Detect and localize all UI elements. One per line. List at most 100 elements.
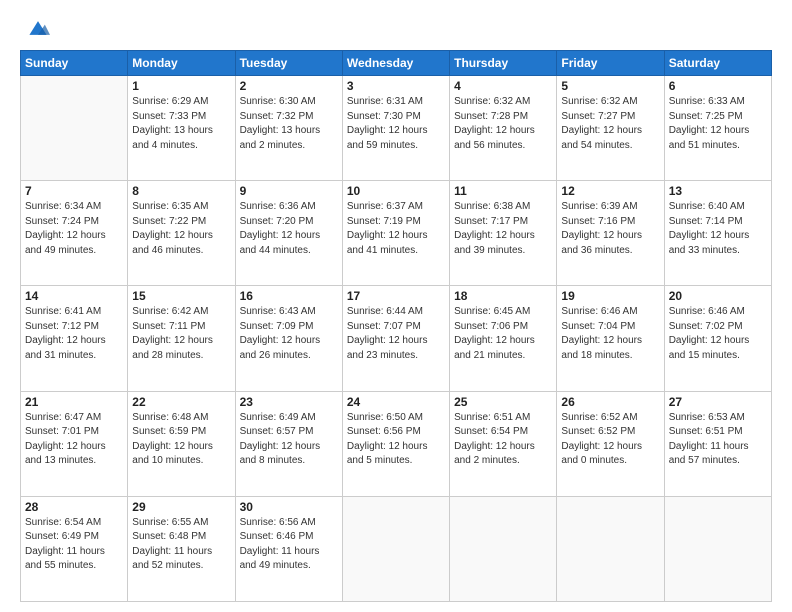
col-header-friday: Friday [557, 51, 664, 76]
calendar: SundayMondayTuesdayWednesdayThursdayFrid… [20, 50, 772, 602]
calendar-body: 1 Sunrise: 6:29 AMSunset: 7:33 PMDaylight… [21, 76, 772, 602]
day-number: 4 [454, 79, 552, 93]
calendar-cell: 27 Sunrise: 6:53 AMSunset: 6:51 PMDayligh… [664, 391, 771, 496]
calendar-cell: 6 Sunrise: 6:33 AMSunset: 7:25 PMDaylight… [664, 76, 771, 181]
calendar-cell: 18 Sunrise: 6:45 AMSunset: 7:06 PMDayligh… [450, 286, 557, 391]
day-info: Sunrise: 6:46 AMSunset: 7:02 PMDaylight:… [669, 305, 767, 363]
day-number: 6 [669, 79, 767, 93]
day-number: 23 [240, 395, 338, 409]
calendar-cell: 20 Sunrise: 6:46 AMSunset: 7:02 PMDayligh… [664, 286, 771, 391]
logo-icon [26, 16, 50, 40]
day-number: 30 [240, 500, 338, 514]
week-row-2: 7Sunrise: 6:34 AMSunset: 7:24 PMDaylight… [21, 181, 772, 286]
day-info: Sunrise: 6:49 AMSunset: 6:57 PMDaylight:… [240, 411, 338, 469]
day-number: 22 [132, 395, 230, 409]
col-header-monday: Monday [128, 51, 235, 76]
logo [20, 16, 50, 40]
calendar-cell [664, 496, 771, 601]
col-header-saturday: Saturday [664, 51, 771, 76]
calendar-cell: 16 Sunrise: 6:43 AMSunset: 7:09 PMDayligh… [235, 286, 342, 391]
calendar-cell: 17 Sunrise: 6:44 AMSunset: 7:07 PMDayligh… [342, 286, 449, 391]
day-number: 5 [561, 79, 659, 93]
week-row-1: 1 Sunrise: 6:29 AMSunset: 7:33 PMDaylight… [21, 76, 772, 181]
calendar-cell: 21 Sunrise: 6:47 AMSunset: 7:01 PMDayligh… [21, 391, 128, 496]
day-number: 7 [25, 184, 123, 198]
day-info: Sunrise: 6:40 AMSunset: 7:14 PMDaylight:… [669, 200, 767, 258]
day-number: 16 [240, 289, 338, 303]
day-number: 2 [240, 79, 338, 93]
day-info: Sunrise: 6:42 AMSunset: 7:11 PMDaylight:… [132, 305, 230, 363]
day-info: Sunrise: 6:54 AMSunset: 6:49 PMDaylight:… [25, 516, 123, 574]
header-row: SundayMondayTuesdayWednesdayThursdayFrid… [21, 51, 772, 76]
day-number: 26 [561, 395, 659, 409]
calendar-cell: 9 Sunrise: 6:36 AMSunset: 7:20 PMDaylight… [235, 181, 342, 286]
day-info: Sunrise: 6:51 AMSunset: 6:54 PMDaylight:… [454, 411, 552, 469]
day-number: 28 [25, 500, 123, 514]
day-info: Sunrise: 6:36 AMSunset: 7:20 PMDaylight:… [240, 200, 338, 258]
day-info: Sunrise: 6:56 AMSunset: 6:46 PMDaylight:… [240, 516, 338, 574]
day-number: 12 [561, 184, 659, 198]
day-info: Sunrise: 6:29 AMSunset: 7:33 PMDaylight:… [132, 95, 230, 153]
calendar-cell: 12Sunrise: 6:39 AMSunset: 7:16 PMDayligh… [557, 181, 664, 286]
day-number: 13 [669, 184, 767, 198]
day-number: 9 [240, 184, 338, 198]
day-number: 1 [132, 79, 230, 93]
day-number: 29 [132, 500, 230, 514]
col-header-thursday: Thursday [450, 51, 557, 76]
calendar-cell [342, 496, 449, 601]
calendar-cell [21, 76, 128, 181]
calendar-cell: 26 Sunrise: 6:52 AMSunset: 6:52 PMDayligh… [557, 391, 664, 496]
day-number: 21 [25, 395, 123, 409]
day-number: 15 [132, 289, 230, 303]
day-info: Sunrise: 6:48 AMSunset: 6:59 PMDaylight:… [132, 411, 230, 469]
calendar-cell: 15 Sunrise: 6:42 AMSunset: 7:11 PMDayligh… [128, 286, 235, 391]
day-info: Sunrise: 6:38 AMSunset: 7:17 PMDaylight:… [454, 200, 552, 258]
day-number: 24 [347, 395, 445, 409]
day-number: 18 [454, 289, 552, 303]
day-number: 14 [25, 289, 123, 303]
day-info: Sunrise: 6:41 AMSunset: 7:12 PMDaylight:… [25, 305, 123, 363]
col-header-sunday: Sunday [21, 51, 128, 76]
calendar-cell: 2 Sunrise: 6:30 AMSunset: 7:32 PMDaylight… [235, 76, 342, 181]
calendar-cell: 28 Sunrise: 6:54 AMSunset: 6:49 PMDayligh… [21, 496, 128, 601]
day-number: 11 [454, 184, 552, 198]
day-info: Sunrise: 6:45 AMSunset: 7:06 PMDaylight:… [454, 305, 552, 363]
day-info: Sunrise: 6:31 AMSunset: 7:30 PMDaylight:… [347, 95, 445, 153]
calendar-cell: 24Sunrise: 6:50 AMSunset: 6:56 PMDayligh… [342, 391, 449, 496]
calendar-cell: 11 Sunrise: 6:38 AMSunset: 7:17 PMDayligh… [450, 181, 557, 286]
day-info: Sunrise: 6:47 AMSunset: 7:01 PMDaylight:… [25, 411, 123, 469]
calendar-cell: 4 Sunrise: 6:32 AMSunset: 7:28 PMDaylight… [450, 76, 557, 181]
day-info: Sunrise: 6:46 AMSunset: 7:04 PMDaylight:… [561, 305, 659, 363]
calendar-cell: 10Sunrise: 6:37 AMSunset: 7:19 PMDayligh… [342, 181, 449, 286]
day-number: 10 [347, 184, 445, 198]
day-info: Sunrise: 6:53 AMSunset: 6:51 PMDaylight:… [669, 411, 767, 469]
day-info: Sunrise: 6:44 AMSunset: 7:07 PMDaylight:… [347, 305, 445, 363]
day-number: 20 [669, 289, 767, 303]
calendar-cell: 19Sunrise: 6:46 AMSunset: 7:04 PMDayligh… [557, 286, 664, 391]
day-info: Sunrise: 6:32 AMSunset: 7:27 PMDaylight:… [561, 95, 659, 153]
calendar-cell: 5 Sunrise: 6:32 AMSunset: 7:27 PMDaylight… [557, 76, 664, 181]
week-row-4: 21 Sunrise: 6:47 AMSunset: 7:01 PMDayligh… [21, 391, 772, 496]
calendar-header: SundayMondayTuesdayWednesdayThursdayFrid… [21, 51, 772, 76]
day-number: 17 [347, 289, 445, 303]
day-info: Sunrise: 6:30 AMSunset: 7:32 PMDaylight:… [240, 95, 338, 153]
calendar-cell: 25Sunrise: 6:51 AMSunset: 6:54 PMDayligh… [450, 391, 557, 496]
calendar-cell: 30 Sunrise: 6:56 AMSunset: 6:46 PMDayligh… [235, 496, 342, 601]
col-header-wednesday: Wednesday [342, 51, 449, 76]
day-info: Sunrise: 6:52 AMSunset: 6:52 PMDaylight:… [561, 411, 659, 469]
calendar-cell: 13 Sunrise: 6:40 AMSunset: 7:14 PMDayligh… [664, 181, 771, 286]
calendar-cell [557, 496, 664, 601]
calendar-cell: 1 Sunrise: 6:29 AMSunset: 7:33 PMDaylight… [128, 76, 235, 181]
page: SundayMondayTuesdayWednesdayThursdayFrid… [0, 0, 792, 612]
calendar-cell: 8Sunrise: 6:35 AMSunset: 7:22 PMDaylight… [128, 181, 235, 286]
day-info: Sunrise: 6:43 AMSunset: 7:09 PMDaylight:… [240, 305, 338, 363]
week-row-3: 14 Sunrise: 6:41 AMSunset: 7:12 PMDayligh… [21, 286, 772, 391]
day-info: Sunrise: 6:33 AMSunset: 7:25 PMDaylight:… [669, 95, 767, 153]
calendar-cell: 3Sunrise: 6:31 AMSunset: 7:30 PMDaylight… [342, 76, 449, 181]
day-info: Sunrise: 6:32 AMSunset: 7:28 PMDaylight:… [454, 95, 552, 153]
col-header-tuesday: Tuesday [235, 51, 342, 76]
week-row-5: 28 Sunrise: 6:54 AMSunset: 6:49 PMDayligh… [21, 496, 772, 601]
day-number: 8 [132, 184, 230, 198]
calendar-cell: 23 Sunrise: 6:49 AMSunset: 6:57 PMDayligh… [235, 391, 342, 496]
day-number: 27 [669, 395, 767, 409]
